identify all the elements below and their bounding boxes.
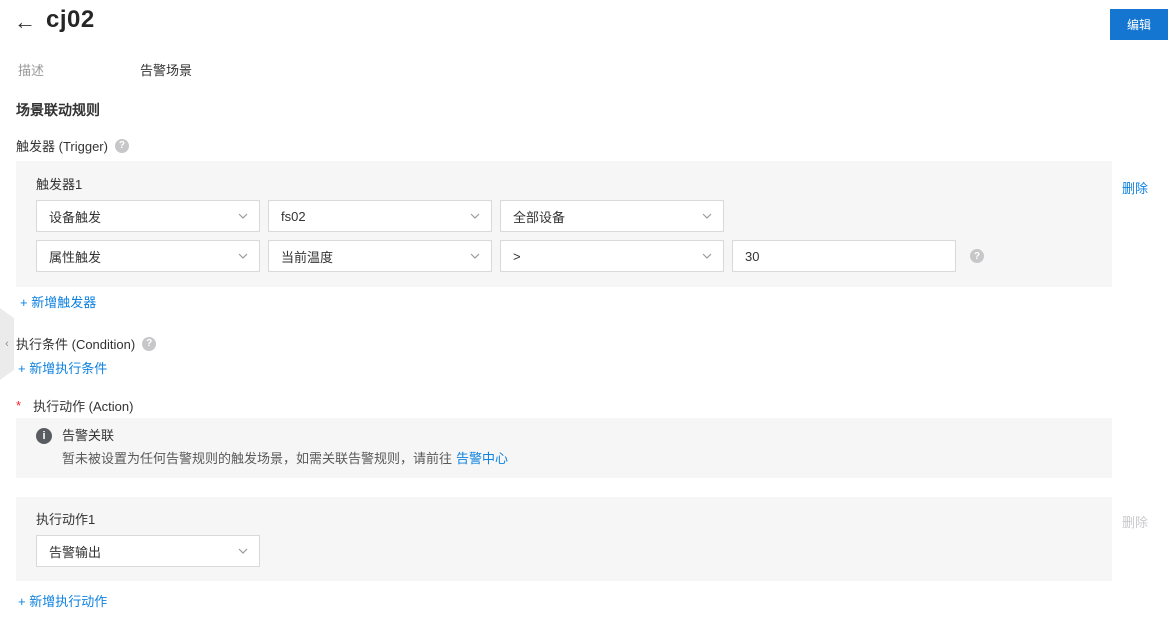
add-condition-link[interactable]: + 新增执行条件 <box>18 361 107 376</box>
operator-select[interactable]: > <box>500 240 724 272</box>
alarm-notice-text: 暂未被设置为任何告警规则的触发场景，如需关联告警规则，请前往 告警中心 <box>62 450 508 468</box>
action-type-value: 告警输出 <box>49 544 102 560</box>
delete-trigger-link[interactable]: 删除 <box>1122 178 1148 197</box>
alarm-notice-message: 暂未被设置为任何告警规则的触发场景，如需关联告警规则，请前往 <box>62 451 453 466</box>
trigger-help-icon[interactable]: ? <box>114 138 129 153</box>
page-title: cj02 <box>46 6 95 33</box>
chevron-down-icon <box>701 210 713 222</box>
scene-rule-detail-page: ← cj02 编辑 描述 告警场景 场景联动规则 触发器 (Trigger) ?… <box>0 0 1173 631</box>
threshold-help-icon[interactable]: ? <box>970 249 984 263</box>
action-group-label: * 执行动作 (Action) <box>16 396 133 415</box>
operator-value: > <box>513 248 521 264</box>
add-trigger-link[interactable]: + 新增触发器 <box>20 295 96 310</box>
delete-action-link-disabled: 删除 <box>1122 515 1149 530</box>
action-type-select[interactable]: 告警输出 <box>36 535 260 567</box>
alarm-notice-box: i 告警关联 暂未被设置为任何告警规则的触发场景，如需关联告警规则，请前往 告警中… <box>16 418 1112 478</box>
property-value: 当前温度 <box>281 249 334 265</box>
condition-help-icon[interactable]: ? <box>142 336 157 351</box>
chevron-down-icon <box>237 545 249 557</box>
chevron-left-icon: ‹ <box>5 338 9 350</box>
trigger-mode-value: 属性触发 <box>49 249 102 265</box>
back-arrow-icon[interactable]: ← <box>14 10 36 34</box>
device-value: 全部设备 <box>513 209 566 225</box>
chevron-down-icon <box>237 250 249 262</box>
alarm-notice-title: 告警关联 <box>62 428 115 443</box>
trigger-card: 触发器1 设备触发 fs02 全部设备 属性触发 当前温度 > 30 ? <box>16 161 1112 287</box>
condition-label: 执行条件 (Condition) <box>16 337 136 352</box>
chevron-down-icon <box>237 210 249 222</box>
product-select[interactable]: fs02 <box>268 200 492 232</box>
action-card: 执行动作1 告警输出 <box>16 497 1112 581</box>
product-value: fs02 <box>281 208 306 224</box>
condition-group-label: 执行条件 (Condition) ? <box>16 334 157 353</box>
edit-button[interactable]: 编辑 <box>1110 9 1168 40</box>
chevron-down-icon <box>469 210 481 222</box>
property-select[interactable]: 当前温度 <box>268 240 492 272</box>
trigger-mode-select[interactable]: 属性触发 <box>36 240 260 272</box>
add-action-link[interactable]: + 新增执行动作 <box>18 594 107 609</box>
trigger-row-2: 属性触发 当前温度 > ? <box>36 240 1092 272</box>
chevron-down-icon <box>469 250 481 262</box>
section-title: 场景联动规则 <box>16 102 100 118</box>
action-row-1: 告警输出 <box>36 535 1092 567</box>
action-card-title: 执行动作1 <box>36 512 96 527</box>
description-label: 描述 <box>18 63 45 78</box>
chevron-down-icon <box>701 250 713 262</box>
trigger-label: 触发器 (Trigger) <box>16 139 108 154</box>
trigger-group-label: 触发器 (Trigger) ? <box>16 136 129 155</box>
alarm-notice-content: 告警关联 暂未被设置为任何告警规则的触发场景，如需关联告警规则，请前往 告警中心 <box>62 427 508 468</box>
trigger-type-value: 设备触发 <box>49 209 102 225</box>
trigger-card-title: 触发器1 <box>36 177 83 192</box>
required-asterisk: * <box>16 398 22 413</box>
trigger-type-select[interactable]: 设备触发 <box>36 200 260 232</box>
action-label: 执行动作 (Action) <box>33 399 134 414</box>
device-select[interactable]: 全部设备 <box>500 200 724 232</box>
trigger-row-1: 设备触发 fs02 全部设备 <box>36 200 1092 232</box>
info-icon: i <box>36 428 52 444</box>
drawer-collapse-handle[interactable]: ‹ <box>0 308 14 380</box>
threshold-input[interactable] <box>732 240 956 272</box>
description-value: 告警场景 <box>140 63 193 78</box>
alarm-center-link[interactable]: 告警中心 <box>456 451 508 466</box>
